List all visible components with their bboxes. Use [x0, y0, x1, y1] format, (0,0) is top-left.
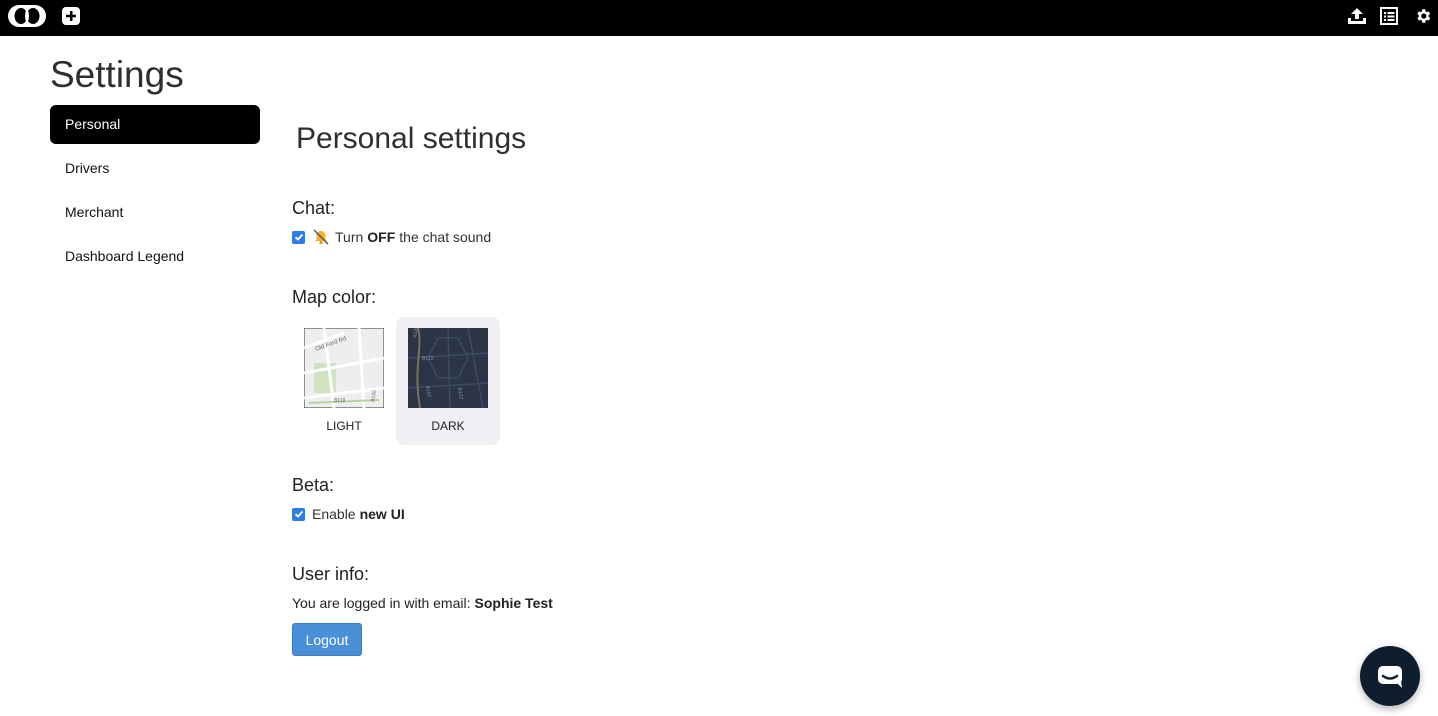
beta-option: Enable new UI [292, 506, 405, 522]
sidebar-item-dashboard-legend[interactable]: Dashboard Legend [50, 237, 260, 276]
logged-in-label: You are logged in with email: [292, 595, 471, 611]
muted-bell-icon [312, 229, 330, 245]
map-color-heading: Map color: [292, 287, 377, 307]
chat-sound-label-bold: OFF [367, 229, 396, 245]
map-road-label: B119 [334, 398, 346, 404]
logout-button[interactable]: Logout [292, 623, 362, 656]
sidebar-item-drivers[interactable]: Drivers [50, 149, 260, 188]
top-bar [0, 0, 1438, 36]
chat-widget-button[interactable] [1360, 646, 1420, 706]
list-icon[interactable] [1380, 7, 1398, 30]
map-option-dark-label: DARK [431, 419, 465, 433]
chat-sound-checkbox[interactable] [292, 230, 305, 244]
sidebar-item-merchant[interactable]: Merchant [50, 193, 260, 232]
new-ui-label-bold: new UI [359, 506, 405, 522]
new-ui-checkbox[interactable] [292, 507, 305, 521]
map-option-light[interactable]: Old Ford Rd B119 B120 LIGHT [296, 317, 400, 445]
beta-heading: Beta: [292, 475, 335, 495]
gear-icon[interactable] [1414, 7, 1432, 30]
user-info-heading: User info: [292, 564, 370, 584]
add-icon[interactable] [62, 7, 80, 30]
upload-icon[interactable] [1347, 7, 1367, 30]
chat-icon [1378, 666, 1402, 688]
dark-map-thumbnail: A1208 B122 A110 B122 [408, 328, 488, 408]
sidebar-nav: Personal Drivers Merchant Dashboard Lege… [50, 105, 260, 281]
chat-heading: Chat: [292, 198, 336, 218]
chat-sound-label-pre: Turn [335, 229, 364, 245]
chat-sound-label-post: the chat sound [399, 229, 492, 245]
sidebar-item-personal[interactable]: Personal [50, 105, 260, 144]
map-road-label: B122 [422, 356, 434, 362]
new-ui-label-pre: Enable [312, 506, 356, 522]
map-option-light-label: LIGHT [326, 419, 362, 433]
light-map-thumbnail: Old Ford Rd B119 B120 [304, 328, 384, 408]
user-info-text: You are logged in with email: Sophie Tes… [292, 595, 553, 611]
user-name: Sophie Test [474, 595, 553, 611]
logo-icon[interactable] [8, 5, 46, 32]
map-option-dark[interactable]: A1208 B122 A110 B122 DARK [396, 317, 500, 445]
section-title: Personal settings [296, 122, 527, 155]
page-title: Settings [50, 54, 184, 95]
chat-sound-option: Turn OFF the chat sound [292, 229, 491, 245]
